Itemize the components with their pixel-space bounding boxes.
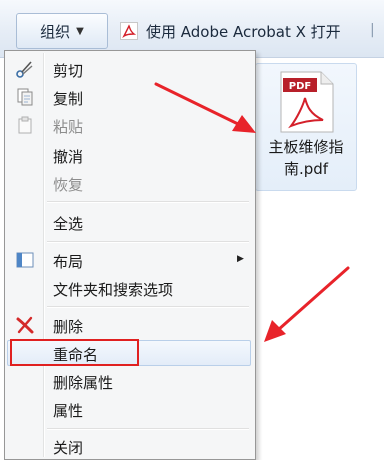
arrow-to-file: [154, 82, 256, 133]
annotation-arrows: [154, 82, 350, 342]
arrow-to-rename: [264, 266, 350, 342]
